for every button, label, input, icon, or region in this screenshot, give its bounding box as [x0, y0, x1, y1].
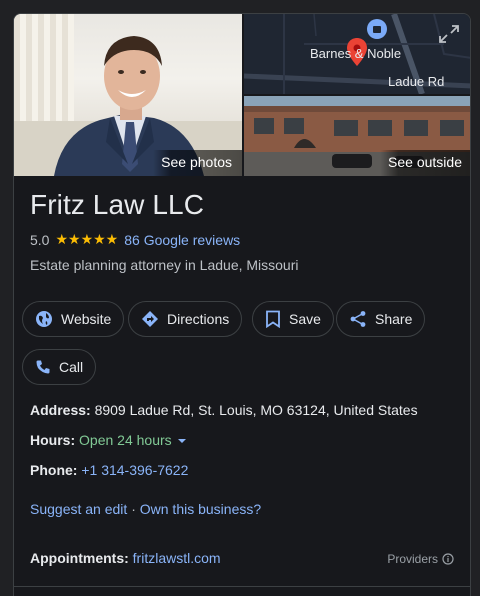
store-pin-icon: [367, 19, 387, 39]
save-label: Save: [289, 311, 321, 327]
address-value: 8909 Ladue Rd, St. Louis, MO 63124, Unit…: [94, 402, 418, 418]
hours-value[interactable]: Open 24 hours: [79, 432, 172, 448]
directions-button[interactable]: Directions: [128, 301, 243, 337]
bookmark-icon: [266, 310, 280, 328]
appointments-row: Appointments: fritzlawstl.com: [30, 550, 221, 566]
reviews-link[interactable]: 86 Google reviews: [124, 232, 240, 248]
expand-map-button[interactable]: [434, 20, 464, 48]
own-business-link[interactable]: Own this business?: [140, 501, 261, 517]
share-label: Share: [375, 311, 413, 327]
street-view-thumbnail[interactable]: See outside: [244, 96, 470, 176]
media-gallery: See photos Barnes & Noble Ladue Rd See o…: [14, 14, 470, 176]
star-rating-icon: ★★★★★: [55, 231, 119, 247]
address-label: Address:: [30, 402, 91, 418]
phone-link[interactable]: +1 314-396-7622: [81, 462, 188, 478]
address-row: Address: 8909 Ladue Rd, St. Louis, MO 63…: [30, 402, 418, 418]
directions-icon: [142, 311, 158, 327]
appointments-link[interactable]: fritzlawstl.com: [133, 550, 221, 566]
section-divider: [14, 586, 470, 587]
map-thumbnail[interactable]: Barnes & Noble Ladue Rd: [244, 14, 470, 94]
share-icon: [350, 311, 366, 327]
info-icon: [442, 553, 454, 565]
see-photos-label[interactable]: See photos: [153, 150, 242, 176]
chevron-down-icon[interactable]: [177, 437, 187, 445]
link-separator: ·: [131, 501, 136, 517]
website-button[interactable]: Website: [22, 301, 125, 337]
hours-row: Hours: Open 24 hours: [30, 432, 187, 448]
expand-icon: [439, 25, 459, 43]
see-outside-label[interactable]: See outside: [380, 150, 470, 176]
business-name: Fritz Law LLC: [30, 189, 205, 220]
rating-value: 5.0: [30, 231, 50, 248]
website-label: Website: [61, 311, 112, 327]
map-road-label: Ladue Rd: [388, 74, 445, 89]
appointments-label: Appointments:: [30, 550, 129, 566]
directions-label: Directions: [167, 311, 230, 327]
business-photo[interactable]: See photos: [14, 14, 242, 176]
phone-icon: [36, 360, 50, 374]
suggest-edit-link[interactable]: Suggest an edit: [30, 501, 127, 517]
save-button[interactable]: Save: [252, 301, 334, 337]
hours-label: Hours:: [30, 432, 76, 448]
call-label: Call: [59, 359, 84, 375]
call-button[interactable]: Call: [22, 349, 97, 385]
phone-row: Phone: +1 314-396-7622: [30, 462, 188, 478]
globe-icon: [36, 311, 52, 327]
rating-row: 5.0 ★★★★★ 86 Google reviews: [30, 231, 240, 248]
knowledge-panel: See photos Barnes & Noble Ladue Rd See o…: [13, 13, 471, 596]
providers-info[interactable]: Providers: [387, 552, 454, 566]
map-place-label: Barnes & Noble: [310, 46, 402, 61]
business-category: Estate planning attorney in Ladue, Misso…: [30, 257, 299, 273]
share-button[interactable]: Share: [336, 301, 426, 337]
providers-label: Providers: [387, 552, 438, 566]
phone-label: Phone:: [30, 462, 78, 478]
edit-links-row: Suggest an edit · Own this business?: [30, 501, 261, 517]
